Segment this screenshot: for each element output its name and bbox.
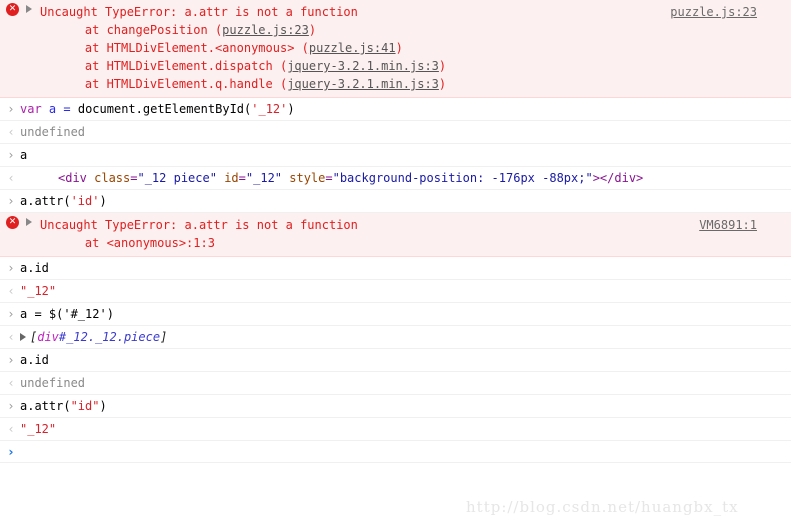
stack-frame-text: at HTMLDivElement.dispatch ( bbox=[56, 59, 288, 73]
stack-frame-link[interactable]: puzzle.js:41 bbox=[309, 41, 396, 55]
console-input-row[interactable]: › a bbox=[0, 144, 791, 167]
code-token: a bbox=[20, 148, 28, 162]
jquery-token: div bbox=[37, 330, 59, 344]
code-token: document.getElementById( bbox=[70, 102, 252, 116]
code-token: a.attr( bbox=[20, 399, 71, 413]
code-token: a.id bbox=[20, 353, 49, 367]
dom-token: <div bbox=[58, 171, 95, 185]
result-caret-icon: ‹ bbox=[8, 422, 14, 436]
code-token: ) bbox=[99, 194, 107, 208]
prompt-caret-icon: › bbox=[8, 261, 14, 275]
console-output-row[interactable]: ‹ undefined bbox=[0, 121, 791, 144]
result-caret-icon: ‹ bbox=[8, 171, 14, 185]
jquery-token: #_12._12.piece bbox=[58, 330, 161, 344]
code-token: "_12" bbox=[20, 422, 57, 436]
stack-frame-link[interactable]: jquery-3.2.1.min.js:3 bbox=[287, 59, 439, 73]
result-caret-icon: ‹ bbox=[8, 125, 14, 139]
code-token: a.id bbox=[20, 261, 49, 275]
console-jquery-output-row[interactable]: ‹ [div#_12._12.piece] bbox=[0, 326, 791, 349]
dom-token: style bbox=[289, 171, 326, 185]
prompt-caret-icon: › bbox=[8, 148, 14, 162]
result-caret-icon: ‹ bbox=[8, 330, 14, 344]
code-token: 'id' bbox=[70, 194, 100, 208]
console-input-row[interactable]: › a.attr('id') bbox=[0, 190, 791, 213]
watermark: http://blog.csdn.net/huangbx_tx bbox=[466, 498, 739, 516]
stack-frame-text: at HTMLDivElement.q.handle ( bbox=[56, 77, 288, 91]
stack-frame-suffix: ) bbox=[395, 41, 403, 55]
prompt-caret-icon: › bbox=[8, 194, 14, 208]
result-caret-icon: ‹ bbox=[8, 376, 14, 390]
jquery-token: ] bbox=[160, 330, 168, 344]
code-token: undefined bbox=[20, 376, 86, 390]
dom-token: ></div> bbox=[592, 171, 644, 185]
console-output-row[interactable]: ‹ "_12" bbox=[0, 280, 791, 303]
code-token: var bbox=[20, 102, 42, 116]
dom-token: class bbox=[94, 171, 131, 185]
stack-frame-suffix: ) bbox=[438, 59, 447, 73]
code-token: ) bbox=[287, 102, 295, 116]
console-input-row[interactable]: › var a = document.getElementById('_12') bbox=[0, 98, 791, 121]
code-token: "_12" bbox=[20, 284, 57, 298]
code-token: a.attr( bbox=[20, 194, 71, 208]
error-stack-line: at <anonymous>:1:3 bbox=[0, 234, 791, 252]
console-active-prompt-row[interactable]: › bbox=[0, 441, 791, 463]
stack-frame-text: at changePosition ( bbox=[56, 23, 223, 37]
error-source-link[interactable]: VM6891:1 bbox=[699, 216, 757, 234]
console-error-group[interactable]: ✕ Uncaught TypeError: a.attr is not a fun… bbox=[0, 213, 791, 257]
prompt-caret-icon: › bbox=[8, 102, 14, 116]
dom-token: = bbox=[238, 171, 246, 185]
code-token: "id" bbox=[70, 399, 100, 413]
code-token: a = $('#_12') bbox=[20, 307, 114, 321]
console-output-row[interactable]: ‹ "_12" bbox=[0, 418, 791, 441]
stack-frame-link[interactable]: puzzle.js:23 bbox=[222, 23, 309, 37]
devtools-console-panel[interactable]: ✕ Uncaught TypeError: a.attr is not a fun… bbox=[0, 0, 791, 463]
dom-token: "_12" bbox=[245, 171, 283, 185]
code-token: '_12' bbox=[251, 102, 288, 116]
error-message: Uncaught TypeError: a.attr is not a func… bbox=[40, 218, 358, 232]
error-stack-line: at HTMLDivElement.q.handle (jquery-3.2.1… bbox=[0, 75, 791, 93]
code-token: undefined bbox=[20, 125, 86, 139]
stack-frame-link[interactable]: jquery-3.2.1.min.js:3 bbox=[287, 77, 439, 91]
dom-token: id bbox=[224, 171, 239, 185]
console-output-row[interactable]: ‹ undefined bbox=[0, 372, 791, 395]
error-stack-line: at HTMLDivElement.dispatch (jquery-3.2.1… bbox=[0, 57, 791, 75]
code-token: ) bbox=[99, 399, 107, 413]
error-stack-line: at HTMLDivElement.<anonymous> (puzzle.js… bbox=[0, 39, 791, 57]
dom-token: "_12 piece" bbox=[137, 171, 217, 185]
console-input-row[interactable]: › a.attr("id") bbox=[0, 395, 791, 418]
console-input-row[interactable]: › a = $('#_12') bbox=[0, 303, 791, 326]
error-source-link[interactable]: puzzle.js:23 bbox=[670, 3, 757, 21]
prompt-caret-icon: › bbox=[8, 445, 14, 459]
console-input-row[interactable]: › a.id bbox=[0, 257, 791, 280]
dom-token: "background-position: -176px -88px;" bbox=[332, 171, 593, 185]
stack-frame-suffix: ) bbox=[308, 23, 317, 37]
console-error-group[interactable]: ✕ Uncaught TypeError: a.attr is not a fun… bbox=[0, 0, 791, 98]
error-stack-line: at changePosition (puzzle.js:23) bbox=[0, 21, 791, 39]
console-dom-output-row[interactable]: ‹ <div class="_12 piece" id="_12" style="… bbox=[0, 167, 791, 190]
jquery-object-preview[interactable]: [div#_12._12.piece] bbox=[30, 330, 167, 344]
prompt-caret-icon: › bbox=[8, 307, 14, 321]
prompt-caret-icon: › bbox=[8, 353, 14, 367]
dom-token: = bbox=[325, 171, 333, 185]
code-token: = bbox=[63, 102, 71, 116]
console-input-row[interactable]: › a.id bbox=[0, 349, 791, 372]
dom-element-preview[interactable]: <div class="_12 piece" id="_12" style="b… bbox=[20, 171, 643, 185]
expand-triangle-icon[interactable] bbox=[20, 332, 26, 341]
stack-frame-text: at HTMLDivElement.<anonymous> ( bbox=[56, 41, 309, 55]
stack-frame-suffix: ) bbox=[438, 77, 447, 91]
stack-frame-text: at <anonymous>:1:3 bbox=[56, 236, 215, 250]
prompt-caret-icon: › bbox=[8, 399, 14, 413]
result-caret-icon: ‹ bbox=[8, 284, 14, 298]
